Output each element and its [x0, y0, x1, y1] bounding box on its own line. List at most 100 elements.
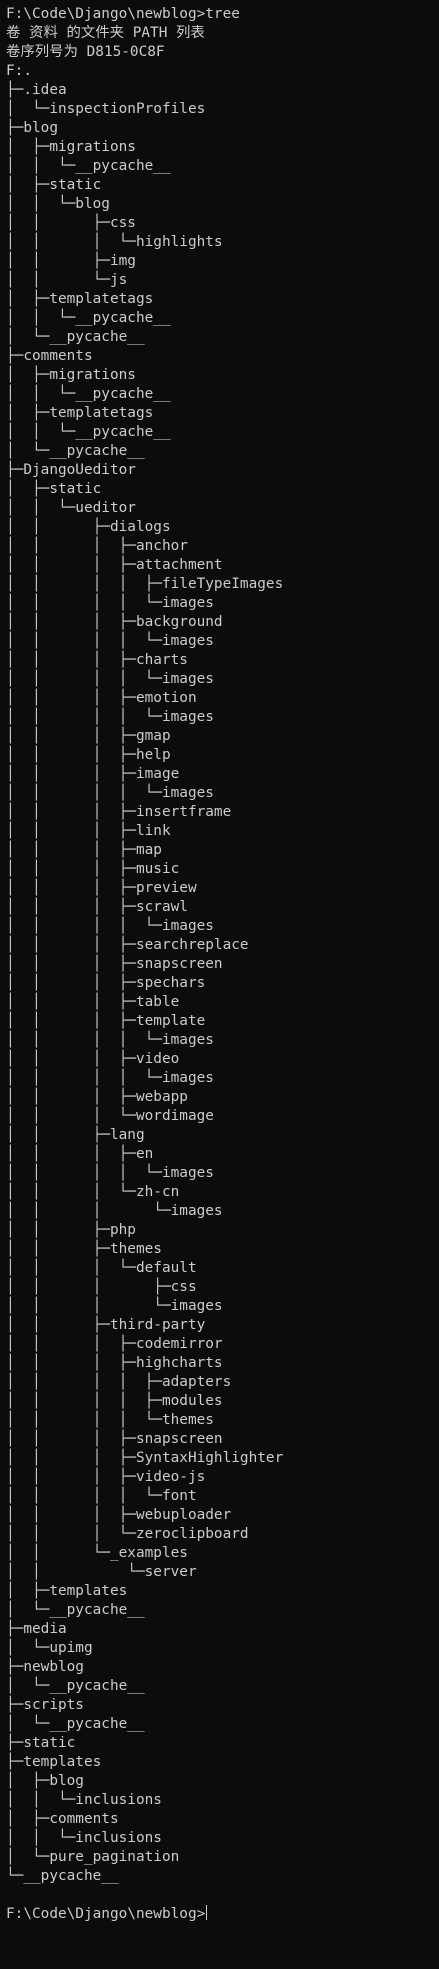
line-text: ├─blog [6, 120, 58, 136]
output-line: │ │ │ ├─gmap [6, 727, 439, 746]
output-line: │ ├─static [6, 176, 439, 195]
output-line: │ │ │ └─highlights [6, 233, 439, 252]
line-text: ├─media [6, 1621, 67, 1637]
line-text: │ │ │ ├─help [6, 747, 171, 763]
line-text: F:. [6, 63, 32, 79]
line-text: │ │ │ ├─snapscreen [6, 956, 223, 972]
output-line: │ │ │ ├─anchor [6, 537, 439, 556]
output-line: │ │ │ │ ├─adapters [6, 1373, 439, 1392]
line-text: │ │ │ └─default [6, 1260, 197, 1276]
prompt-line[interactable]: F:\Code\Django\newblog> [6, 1905, 439, 1924]
output-line: │ │ ├─img [6, 252, 439, 271]
output-line: │ │ │ ├─image [6, 765, 439, 784]
output-line: │ │ ├─css [6, 214, 439, 233]
output-line: │ │ │ ├─searchreplace [6, 936, 439, 955]
line-text: │ └─upimg [6, 1640, 93, 1656]
line-text: 卷 资料 的文件夹 PATH 列表 [6, 25, 205, 41]
line-text: │ │ │ ├─anchor [6, 538, 188, 554]
line-text: F:\Code\Django\newblog>tree [6, 6, 240, 22]
line-text: │ │ │ ├─table [6, 994, 180, 1010]
output-line: │ │ └─server [6, 1563, 439, 1582]
output-line: ├─comments [6, 347, 439, 366]
output-line: │ └─upimg [6, 1639, 439, 1658]
line-text: │ └─__pycache__ [6, 329, 145, 345]
line-text: │ ├─migrations [6, 367, 136, 383]
line-text: │ │ │ │ └─images [6, 709, 214, 725]
output-line: │ │ │ └─zeroclipboard [6, 1525, 439, 1544]
line-text: │ │ └─ueditor [6, 500, 136, 516]
line-text: │ └─__pycache__ [6, 443, 145, 459]
output-line: │ └─__pycache__ [6, 1677, 439, 1696]
line-text: │ ├─templates [6, 1583, 128, 1599]
line-text: │ │ │ │ └─images [6, 1165, 214, 1181]
output-line: └─__pycache__ [6, 1867, 439, 1886]
line-text: │ │ │ ├─charts [6, 652, 188, 668]
line-text: │ │ │ │ └─themes [6, 1412, 214, 1428]
line-text: │ │ │ │ └─images [6, 918, 214, 934]
terminal-window[interactable]: F:\Code\Django\newblog>tree 卷 资料 的文件夹 PAT… [0, 0, 439, 1969]
output-line: ├─static [6, 1734, 439, 1753]
line-text: │ ├─templatetags [6, 291, 154, 307]
output-line: ├─.idea [6, 81, 439, 100]
output-line: │ └─__pycache__ [6, 442, 439, 461]
output-line: │ │ └─__pycache__ [6, 423, 439, 442]
line-text: ├─.idea [6, 82, 67, 98]
output-line: │ ├─templatetags [6, 404, 439, 423]
output-line: ├─blog [6, 119, 439, 138]
text-cursor [206, 1905, 208, 1920]
line-text: │ │ └─__pycache__ [6, 424, 171, 440]
line-text: │ │ │ │ ├─modules [6, 1393, 223, 1409]
output-line: │ ├─comments [6, 1810, 439, 1829]
output-line: │ │ └─blog [6, 195, 439, 214]
line-text: │ │ │ └─wordimage [6, 1108, 214, 1124]
line-text: │ │ │ │ └─images [6, 595, 214, 611]
output-line: │ │ ├─third-party [6, 1316, 439, 1335]
output-line: │ ├─blog [6, 1772, 439, 1791]
line-text: │ │ │ ├─css [6, 1279, 197, 1295]
output-line: │ │ │ ├─help [6, 746, 439, 765]
line-text: │ │ │ └─images [6, 1203, 223, 1219]
output-line: │ │ │ │ └─images [6, 917, 439, 936]
line-text: │ └─__pycache__ [6, 1602, 145, 1618]
line-text: ├─DjangoUeditor [6, 462, 136, 478]
output-line: │ │ │ ├─link [6, 822, 439, 841]
line-text: │ │ ├─php [6, 1222, 136, 1238]
line-text: │ │ │ ├─highcharts [6, 1355, 223, 1371]
output-line: │ │ │ ├─highcharts [6, 1354, 439, 1373]
line-text: ├─static [6, 1735, 76, 1751]
output-line: │ │ │ ├─en [6, 1145, 439, 1164]
output-line: │ │ └─__pycache__ [6, 157, 439, 176]
output-line: │ │ │ ├─table [6, 993, 439, 1012]
line-text: 卷序列号为 D815-0C8F [6, 44, 165, 60]
command-line: F:\Code\Django\newblog>tree [6, 5, 439, 24]
line-text: │ │ │ ├─scrawl [6, 899, 188, 915]
line-text: │ ├─static [6, 177, 102, 193]
output-line: ├─scripts [6, 1696, 439, 1715]
output-line: │ │ │ ├─music [6, 860, 439, 879]
output-line: │ │ │ ├─webapp [6, 1088, 439, 1107]
output-line: F:. [6, 62, 439, 81]
line-text: │ │ │ ├─en [6, 1146, 154, 1162]
output-line: │ └─__pycache__ [6, 1715, 439, 1734]
line-text: │ │ │ ├─background [6, 614, 223, 630]
line-text: ├─scripts [6, 1697, 84, 1713]
line-text: │ │ └─inclusions [6, 1830, 162, 1846]
output-line: │ │ └─_examples [6, 1544, 439, 1563]
line-text: │ │ │ ├─emotion [6, 690, 197, 706]
output-line: ├─newblog [6, 1658, 439, 1677]
output-line: │ │ └─ueditor [6, 499, 439, 518]
output-line: │ │ └─__pycache__ [6, 385, 439, 404]
line-text: │ │ │ ├─video-js [6, 1469, 206, 1485]
output-line: │ │ ├─themes [6, 1240, 439, 1259]
line-text: ├─templates [6, 1754, 102, 1770]
output-line: │ │ │ └─images [6, 1297, 439, 1316]
line-text: │ ├─comments [6, 1811, 119, 1827]
output-line: │ │ │ │ ├─fileTypeImages [6, 575, 439, 594]
output-line: │ │ │ ├─map [6, 841, 439, 860]
output-line: │ │ │ ├─codemirror [6, 1335, 439, 1354]
line-text: │ │ │ │ └─images [6, 785, 214, 801]
output-line: │ │ │ ├─css [6, 1278, 439, 1297]
line-text: │ │ └─__pycache__ [6, 386, 171, 402]
line-text: │ │ │ ├─music [6, 861, 180, 877]
line-text: │ │ │ ├─gmap [6, 728, 171, 744]
